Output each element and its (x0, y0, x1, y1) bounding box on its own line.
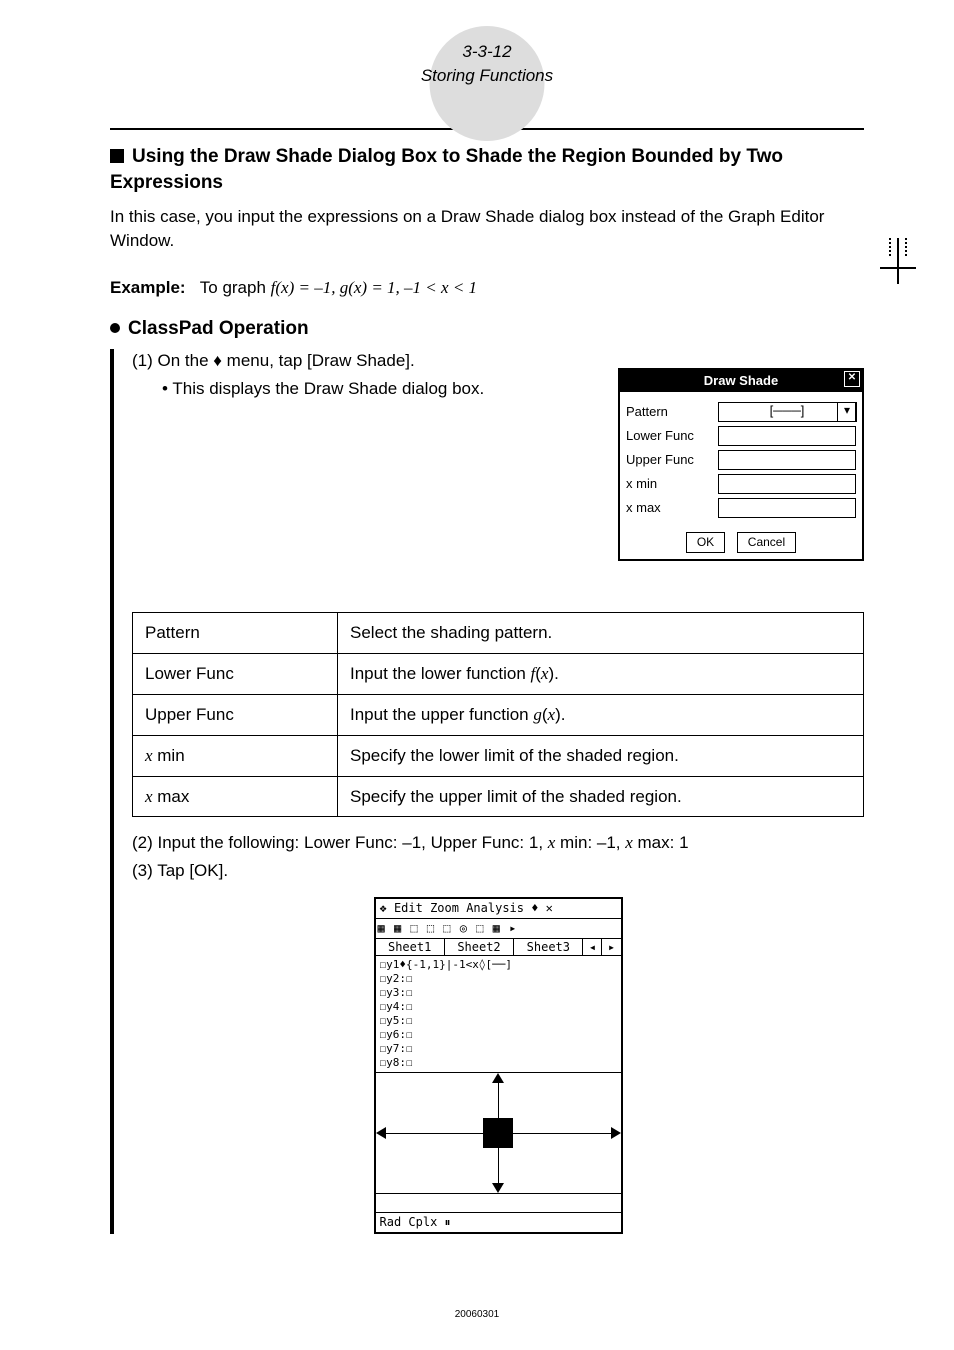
calc-statusbar: Rad Cplx ⏸ (376, 1213, 621, 1232)
bullet-icon (110, 323, 120, 333)
example-line: Example: To graph f(x) = –1, g(x) = 1, –… (110, 276, 864, 300)
intro-text: In this case, you input the expressions … (110, 205, 864, 253)
table-row: x minSpecify the lower limit of the shad… (133, 735, 864, 776)
cancel-button[interactable]: Cancel (737, 532, 796, 553)
xmax-input[interactable] (718, 498, 856, 518)
table-row: Upper FuncInput the upper function g(x). (133, 694, 864, 735)
page-code: 3-3-12 (462, 42, 511, 61)
calc-tabs[interactable]: Sheet1 Sheet2 Sheet3 ◂ ▸ (376, 939, 621, 957)
upper-func-input[interactable] (718, 450, 856, 470)
calc-input-line[interactable] (376, 1194, 621, 1213)
table-row: PatternSelect the shading pattern. (133, 613, 864, 654)
step-2: (2) Input the following: Lower Func: –1,… (132, 831, 864, 855)
footer-date: 20060301 (0, 1308, 954, 1322)
square-bullet-icon (110, 149, 124, 163)
draw-shade-dialog: Draw Shade ✕ Pattern [───] ▾ Lower Func … (618, 368, 864, 561)
lower-func-label: Lower Func (626, 427, 718, 445)
operation-heading: ClassPad Operation (110, 316, 864, 343)
lower-func-input[interactable] (718, 426, 856, 446)
tab-sheet2[interactable]: Sheet2 (445, 939, 514, 956)
chevron-down-icon[interactable]: ▾ (837, 402, 857, 422)
tab-left-icon[interactable]: ◂ (583, 939, 602, 956)
tab-sheet1[interactable]: Sheet1 (376, 939, 445, 956)
section-heading: Using the Draw Shade Dialog Box to Shade… (110, 144, 864, 197)
xmin-label: x min (626, 475, 718, 493)
param-table: PatternSelect the shading pattern. Lower… (132, 612, 864, 817)
example-expression: f(x) = –1, g(x) = 1, –1 < x < 1 (271, 278, 477, 297)
example-label: Example: (110, 278, 186, 297)
xmin-input[interactable] (718, 474, 856, 494)
table-row: x maxSpecify the upper limit of the shad… (133, 776, 864, 817)
steps-block: (1) On the ♦ menu, tap [Draw Shade]. • T… (110, 349, 864, 1234)
upper-func-label: Upper Func (626, 451, 718, 469)
dialog-title: Draw Shade ✕ (620, 370, 862, 392)
ok-button[interactable]: OK (686, 532, 725, 553)
crop-mark-icon (880, 238, 916, 284)
pattern-label: Pattern (626, 403, 718, 421)
table-row: Lower FuncInput the lower function f(x). (133, 654, 864, 695)
tab-right-icon[interactable]: ▸ (602, 939, 620, 956)
xmax-label: x max (626, 499, 718, 517)
close-icon[interactable]: ✕ (844, 371, 860, 387)
pattern-select[interactable]: [───] ▾ (718, 402, 856, 422)
calculator-screen: ❖ Edit Zoom Analysis ♦ ✕ ▦ ▦ ⬚ ⬚ ⬚ ◎ ⬚ ▦… (374, 897, 623, 1234)
graph-panel (376, 1073, 621, 1194)
calc-toolbar[interactable]: ▦ ▦ ⬚ ⬚ ⬚ ◎ ⬚ ▦ ▸ (376, 919, 621, 939)
tab-sheet3[interactable]: Sheet3 (514, 939, 583, 956)
step-3: (3) Tap [OK]. (132, 859, 864, 883)
calc-menubar[interactable]: ❖ Edit Zoom Analysis ♦ ✕ (376, 899, 621, 919)
page-section: Storing Functions (421, 66, 553, 85)
page-header: 3-3-12 Storing Functions (110, 40, 864, 88)
function-list[interactable]: ☐y1♦{-1,1}|-1<x◊[──] ☐y2:☐ ☐y3:☐ ☐y4:☐ ☐… (376, 956, 621, 1073)
